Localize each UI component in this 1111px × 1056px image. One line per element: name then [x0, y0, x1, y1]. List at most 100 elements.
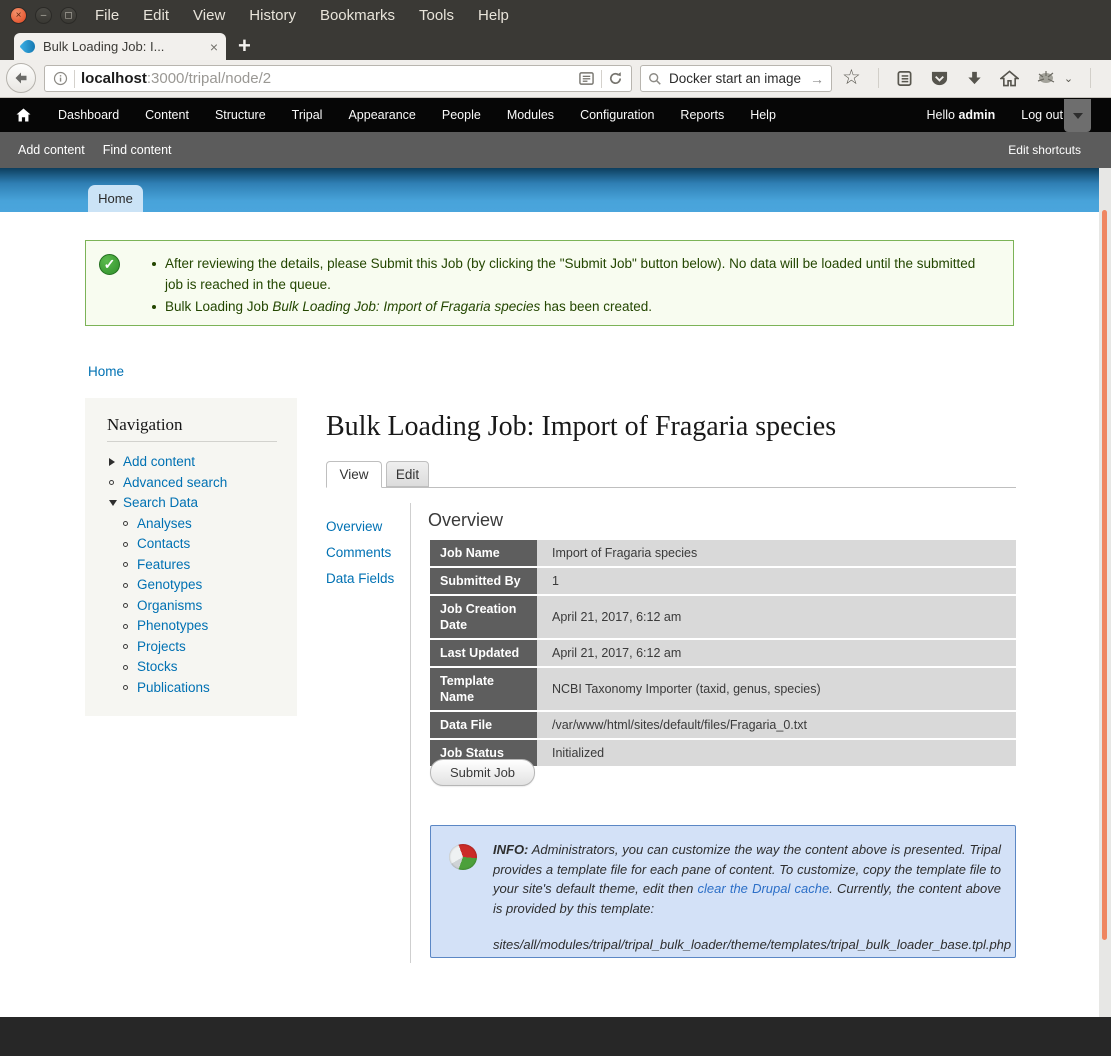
url-bar[interactable]: localhost:3000/tripal/node/2	[44, 65, 632, 92]
search-go-icon[interactable]: →	[810, 71, 824, 87]
browser-tab[interactable]: Bulk Loading Job: I... ×	[14, 33, 226, 60]
leaf-bullet-icon	[123, 521, 137, 526]
site-header-banner: Home	[0, 168, 1099, 212]
info-box: INFO: Administrators, you can customize …	[430, 825, 1016, 958]
tab-title: Bulk Loading Job: I...	[43, 39, 204, 54]
table-row: Job Creation DateApril 21, 2017, 6:12 am	[430, 596, 1016, 638]
pocket-icon[interactable]	[930, 70, 949, 87]
collapsed-arrow-icon[interactable]	[109, 458, 123, 466]
shortcut-bar: Add content Find content Edit shortcuts	[0, 132, 1111, 168]
window-minimize-button[interactable]: –	[35, 7, 52, 24]
sidebar-item-features[interactable]: Features	[123, 555, 297, 576]
tab-edit[interactable]: Edit	[386, 461, 429, 487]
sidebar-item-stocks[interactable]: Stocks	[123, 657, 297, 678]
site-info-icon[interactable]	[53, 71, 68, 86]
search-input[interactable]: Docker start an image	[669, 71, 810, 86]
divider	[878, 68, 879, 88]
table-row: Last UpdatedApril 21, 2017, 6:12 am	[430, 640, 1016, 666]
home-icon[interactable]	[1000, 70, 1019, 87]
tab-view[interactable]: View	[326, 461, 382, 488]
subnav-data-fields-link[interactable]: Data Fields	[326, 571, 394, 586]
url-text[interactable]: localhost:3000/tripal/node/2	[81, 70, 578, 87]
sidebar-item-contacts[interactable]: Contacts	[123, 534, 297, 555]
sidebar-item-publications[interactable]: Publications	[123, 678, 297, 699]
sidebar-item-search-data[interactable]: Search Data	[109, 493, 297, 514]
menu-edit[interactable]: Edit	[143, 7, 169, 24]
leaf-bullet-icon	[123, 624, 137, 629]
admin-item-dashboard[interactable]: Dashboard	[45, 108, 132, 122]
divider	[107, 441, 277, 442]
sidebar-item-phenotypes[interactable]: Phenotypes	[123, 616, 297, 637]
menu-view[interactable]: View	[193, 7, 225, 24]
table-row: Template NameNCBI Taxonomy Importer (tax…	[430, 668, 1016, 710]
job-details-table: Job NameImport of Fragaria species Submi…	[430, 540, 1016, 766]
reload-icon[interactable]	[608, 71, 623, 86]
back-button[interactable]	[6, 63, 36, 93]
sidebar-item-genotypes[interactable]: Genotypes	[123, 575, 297, 596]
admin-item-people[interactable]: People	[429, 108, 494, 122]
menu-help[interactable]: Help	[478, 7, 509, 24]
admin-item-structure[interactable]: Structure	[202, 108, 279, 122]
scrollbar-thumb[interactable]	[1102, 210, 1107, 940]
reader-mode-icon[interactable]	[578, 71, 595, 86]
shortcut-find-content[interactable]: Find content	[103, 143, 172, 157]
drupal-favicon-icon	[19, 37, 37, 55]
drupal-home-icon[interactable]	[16, 108, 31, 122]
admin-item-appearance[interactable]: Appearance	[335, 108, 428, 122]
admin-item-help[interactable]: Help	[737, 108, 789, 122]
leaf-bullet-icon	[123, 562, 137, 567]
leaf-bullet-icon	[123, 665, 137, 670]
back-arrow-icon	[13, 70, 29, 86]
sidebar-item-advanced-search[interactable]: Advanced search	[109, 473, 297, 494]
pane-subnav: Overview Comments Data Fields	[326, 514, 394, 592]
expanded-arrow-icon[interactable]	[109, 500, 123, 506]
breadcrumb-home-link[interactable]: Home	[88, 364, 124, 379]
toolbar-icons: ☆ ⌄	[842, 63, 1111, 93]
leaf-bullet-icon	[123, 644, 137, 649]
bookmark-star-icon[interactable]: ☆	[842, 68, 861, 88]
home-tab[interactable]: Home	[88, 185, 143, 212]
window-close-button[interactable]: ×	[10, 7, 27, 24]
subnav-overview-link[interactable]: Overview	[326, 519, 382, 534]
menu-bookmarks[interactable]: Bookmarks	[320, 7, 395, 24]
logout-link[interactable]: Log out	[1021, 108, 1063, 122]
edit-shortcuts-link[interactable]: Edit shortcuts	[1008, 143, 1081, 157]
bookmarks-panel-icon[interactable]	[896, 70, 913, 87]
toolbar-toggle-button[interactable]	[1064, 99, 1091, 132]
sidebar-item-organisms[interactable]: Organisms	[123, 596, 297, 617]
menu-history[interactable]: History	[249, 7, 296, 24]
chevron-down-icon[interactable]: ⌄	[1064, 72, 1073, 85]
extension-icon[interactable]	[1036, 70, 1056, 86]
sidebar-item-add-content[interactable]: Add content	[109, 452, 297, 473]
status-item: Bulk Loading Job Bulk Loading Job: Impor…	[152, 296, 997, 317]
submit-job-button[interactable]: Submit Job	[430, 759, 535, 786]
clear-cache-link[interactable]: clear the Drupal cache	[698, 881, 830, 896]
status-check-icon: ✓	[99, 254, 120, 275]
subnav-comments-link[interactable]: Comments	[326, 545, 391, 560]
window-maximize-button[interactable]: ◻	[60, 7, 77, 24]
status-list: After reviewing the details, please Subm…	[152, 253, 997, 317]
search-bar[interactable]: Docker start an image →	[640, 65, 832, 92]
bullet-icon	[152, 305, 156, 309]
downloads-icon[interactable]	[966, 70, 983, 87]
bullet-icon	[152, 262, 156, 266]
admin-item-reports[interactable]: Reports	[667, 108, 737, 122]
admin-item-tripal[interactable]: Tripal	[279, 108, 336, 122]
sidebar-item-analyses[interactable]: Analyses	[123, 514, 297, 535]
admin-item-configuration[interactable]: Configuration	[567, 108, 667, 122]
admin-menu: Dashboard Content Structure Tripal Appea…	[45, 108, 789, 122]
navigation-sidebar: Navigation Add content Advanced search S…	[85, 398, 297, 716]
tab-close-icon[interactable]: ×	[210, 39, 218, 55]
new-tab-button[interactable]: +	[238, 33, 251, 59]
section-title: Overview	[428, 510, 503, 531]
menu-file[interactable]: File	[95, 7, 119, 24]
username: admin	[958, 108, 995, 122]
admin-item-content[interactable]: Content	[132, 108, 202, 122]
browser-tab-bar: Bulk Loading Job: I... × +	[0, 30, 1111, 60]
menu-tools[interactable]: Tools	[419, 7, 454, 24]
shortcut-add-content[interactable]: Add content	[18, 143, 85, 157]
sidebar-item-projects[interactable]: Projects	[123, 637, 297, 658]
window-controls: × – ◻	[10, 7, 77, 24]
leaf-bullet-icon	[123, 603, 137, 608]
admin-item-modules[interactable]: Modules	[494, 108, 567, 122]
